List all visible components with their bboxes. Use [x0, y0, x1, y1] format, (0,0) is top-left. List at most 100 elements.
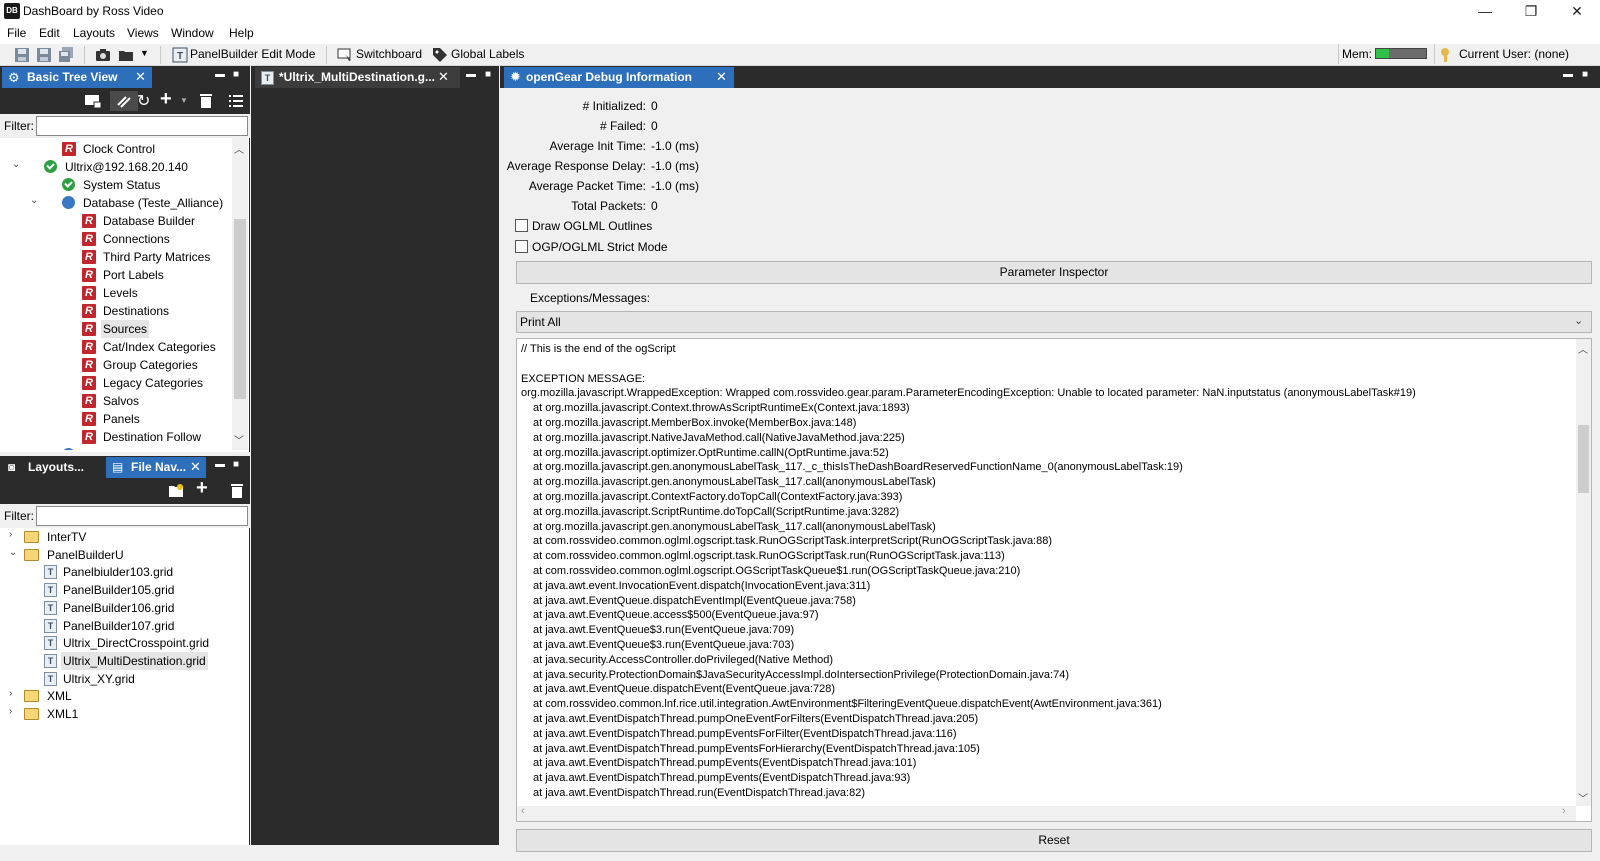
close-icon[interactable]: ✕ [190, 459, 201, 475]
panelbuilder-icon[interactable]: T [172, 47, 188, 63]
tree-item[interactable]: R Connections [0, 230, 232, 248]
add-icon[interactable]: + [160, 88, 172, 111]
switchboard-icon[interactable] [337, 47, 353, 63]
folder-item[interactable]: › XML [0, 687, 248, 705]
expand-chevron-icon[interactable]: › [9, 685, 12, 703]
expand-chevron-icon[interactable]: ⌄ [30, 192, 38, 210]
save-icon[interactable] [14, 47, 30, 63]
log-vertical-scrollbar[interactable] [1576, 339, 1591, 806]
maximize-panel-icon[interactable]: ■ [1582, 69, 1588, 80]
menu-file[interactable]: File [7, 26, 26, 40]
menu-layouts[interactable]: Layouts [73, 26, 115, 40]
expand-chevron-icon[interactable]: › [30, 444, 33, 450]
tree-item[interactable]: R Sources [0, 320, 232, 338]
draw-outlines-checkbox[interactable] [515, 219, 528, 232]
tree-item[interactable]: R Levels [0, 284, 232, 302]
menu-help[interactable]: Help [229, 26, 254, 40]
delete-icon[interactable] [229, 483, 245, 499]
menu-edit[interactable]: Edit [39, 26, 60, 40]
reset-button[interactable]: Reset [516, 829, 1592, 852]
panelbuilder-edit-mode-button[interactable]: PanelBuilder Edit Mode [190, 47, 315, 61]
minimize-panel-icon[interactable]: ▬ [466, 69, 476, 80]
file-item[interactable]: T Ultrix_DirectCrosspoint.grid [0, 634, 248, 652]
delete-icon[interactable] [198, 93, 214, 109]
file-item[interactable]: T Ultrix_XY.grid [0, 670, 248, 688]
close-icon[interactable]: ✕ [135, 69, 146, 85]
scroll-down-icon[interactable]: ﹀ [234, 432, 244, 447]
tree-item[interactable]: R Legacy Categories [0, 374, 232, 392]
tree-item[interactable]: R Panels [0, 410, 232, 428]
expand-chevron-icon[interactable]: ⌄ [12, 156, 20, 174]
maximize-panel-icon[interactable]: ■ [485, 69, 491, 80]
maximize-panel-icon[interactable]: ■ [233, 459, 239, 470]
file-item[interactable]: T PanelBuilder105.grid [0, 581, 248, 599]
tab-basic-tree-view[interactable]: ⚙ Basic Tree View ✕ [2, 67, 152, 88]
file-item[interactable]: T PanelBuilder106.grid [0, 599, 248, 617]
scroll-up-icon[interactable]: ︿ [234, 141, 244, 156]
tree-item[interactable]: R Database Builder [0, 212, 232, 230]
tree-item[interactable]: R Salvos [0, 392, 232, 410]
menu-views[interactable]: Views [127, 26, 159, 40]
add-icon[interactable]: + [196, 477, 208, 500]
scroll-up-icon[interactable]: ︿ [1578, 341, 1588, 356]
minimize-panel-icon[interactable]: ▬ [215, 69, 225, 80]
print-mode-select[interactable]: Print All ⌄ [516, 311, 1592, 333]
file-item[interactable]: T Panelbiulder103.grid [0, 563, 248, 581]
camera-icon[interactable] [95, 47, 111, 63]
chevron-down-icon[interactable]: ▼ [180, 96, 188, 105]
expand-chevron-icon[interactable]: › [9, 703, 12, 721]
list-view-icon[interactable] [228, 93, 244, 109]
minimize-panel-icon[interactable]: ▬ [1563, 69, 1573, 80]
expand-chevron-icon[interactable]: › [9, 528, 12, 544]
tree-item[interactable]: R Destination Follow [0, 428, 232, 446]
tree-item[interactable]: R Group Categories [0, 356, 232, 374]
menu-window[interactable]: Window [171, 26, 214, 40]
maximize-panel-icon[interactable]: ■ [233, 69, 239, 80]
log-horizontal-scrollbar[interactable] [517, 806, 1576, 821]
tree-item[interactable]: ⌄ Database (Teste_Alliance) [0, 194, 232, 212]
add-device-icon[interactable] [84, 93, 102, 109]
folder-open-icon[interactable] [118, 47, 134, 63]
tree-item[interactable]: R Clock Control [0, 140, 232, 158]
file-filter-input[interactable] [36, 506, 248, 526]
chevron-down-icon[interactable]: ▼ [140, 48, 149, 58]
close-icon[interactable]: ✕ [716, 69, 727, 85]
folder-item[interactable]: › InterTV [0, 528, 248, 546]
refresh-icon[interactable]: ↻ [137, 91, 150, 111]
switchboard-button[interactable]: Switchboard [356, 47, 422, 61]
save-all-icon[interactable] [58, 47, 74, 63]
tag-icon[interactable] [432, 47, 448, 63]
scroll-left-icon[interactable]: ‹ [521, 805, 525, 817]
new-folder-icon[interactable] [168, 483, 184, 499]
minimize-panel-icon[interactable]: ▬ [215, 459, 225, 470]
strict-mode-checkbox[interactable] [515, 240, 528, 253]
close-window-button[interactable]: ✕ [1554, 0, 1600, 24]
log-scrollbar-thumb[interactable] [1578, 425, 1589, 493]
restore-button[interactable]: ❐ [1508, 0, 1554, 24]
tree-item[interactable]: R Port Labels [0, 266, 232, 284]
tree-item[interactable]: › Devices [0, 446, 232, 450]
parameter-inspector-button[interactable]: Parameter Inspector [516, 261, 1592, 284]
tree-item[interactable]: R Third Party Matrices [0, 248, 232, 266]
save-as-icon[interactable] [36, 47, 52, 63]
hide-filter-icon[interactable] [116, 93, 132, 109]
folder-item[interactable]: › XML1 [0, 705, 248, 723]
global-labels-button[interactable]: Global Labels [451, 47, 524, 61]
scroll-down-icon[interactable]: ﹀ [1578, 790, 1588, 805]
scroll-right-icon[interactable]: › [1562, 805, 1566, 817]
tab-layouts[interactable]: ◙ Layouts... [2, 457, 102, 478]
tab-ultrix-multidestination[interactable]: T *Ultrix_MultiDestination.g... ✕ [255, 67, 460, 88]
tree-item[interactable]: R Destinations [0, 302, 232, 320]
tab-file-navigator[interactable]: ▤ File Nav... ✕ [106, 457, 206, 478]
tree-item[interactable]: R Cat/Index Categories [0, 338, 232, 356]
file-item[interactable]: T PanelBuilder107.grid [0, 617, 248, 635]
tree-item[interactable]: ⌄ Ultrix@192.168.20.140 [0, 158, 232, 176]
close-icon[interactable]: ✕ [438, 69, 449, 85]
folder-item[interactable]: ⌄ PanelBuilderU [0, 546, 248, 564]
expand-chevron-icon[interactable]: ⌄ [9, 544, 17, 562]
tab-opengear-debug[interactable]: ✹ openGear Debug Information ✕ [504, 67, 734, 88]
minimize-button[interactable]: — [1462, 0, 1508, 24]
tree-filter-input[interactable] [36, 116, 248, 136]
file-item[interactable]: T Ultrix_MultiDestination.grid [0, 651, 248, 670]
tree-scrollbar-thumb[interactable] [234, 219, 246, 399]
